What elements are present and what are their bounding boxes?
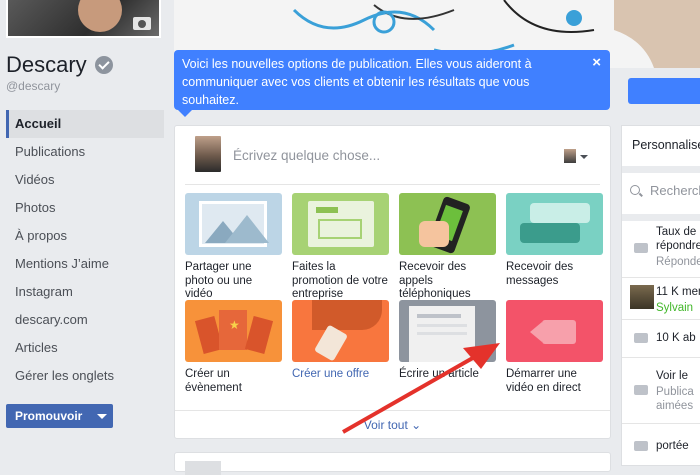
right-panel: Personnaliser Rechercher Taux de r répon…: [621, 125, 700, 466]
next-card: [174, 452, 611, 475]
tile-write-article[interactable]: Écrire un article: [399, 300, 496, 382]
customize-button[interactable]: Personnaliser: [632, 138, 700, 152]
promote-button[interactable]: Promouvoir: [6, 404, 113, 428]
tile-label: Recevoir des appels téléphoniques: [399, 261, 471, 300]
row-line: portée: [656, 440, 689, 452]
see-all-link[interactable]: Voir tout ⌄: [175, 418, 610, 432]
avatar: [630, 285, 654, 309]
sidebar-item-a-propos[interactable]: À propos: [6, 222, 164, 250]
tile-share-photo[interactable]: Partager une photo ou une vidéo: [185, 193, 282, 302]
search-input[interactable]: Rechercher: [630, 183, 700, 198]
tile-label: Partager une photo ou une vidéo: [185, 261, 253, 300]
event-icon: ★: [185, 300, 282, 362]
divider: [622, 214, 700, 221]
publish-options-tooltip: Voici les nouvelles options de publicati…: [174, 50, 610, 110]
list-item[interactable]: portée: [622, 423, 700, 465]
profile-face: [78, 0, 122, 32]
search-placeholder: Rechercher: [650, 183, 700, 198]
divider: [622, 166, 700, 173]
tile-label: Écrire un article: [399, 368, 479, 380]
row-line: Répondez: [656, 256, 700, 268]
tile-receive-messages[interactable]: Recevoir des messages: [506, 193, 603, 288]
tile-create-event[interactable]: ★ Créer un évènement: [185, 300, 282, 395]
right-action-button[interactable]: [628, 78, 700, 104]
verified-icon: [94, 56, 113, 74]
row-line: Voir le: [656, 370, 688, 382]
row-line: Taux de r: [656, 226, 700, 238]
sidebar-item-website[interactable]: descary.com: [6, 306, 164, 334]
camera-icon[interactable]: [133, 17, 151, 30]
row-line: Publica: [656, 386, 694, 398]
sidebar-item-accueil[interactable]: Accueil: [6, 110, 164, 138]
sidebar-item-photos[interactable]: Photos: [6, 194, 164, 222]
row-line: Sylvain: [656, 302, 694, 314]
row-line: aimées: [656, 400, 694, 412]
sidebar-item-articles[interactable]: Articles: [6, 334, 164, 362]
list-item[interactable]: Taux de r répondre Répondez: [622, 221, 700, 278]
chevron-down-icon[interactable]: [91, 404, 113, 428]
row-line: 10 K ab: [656, 332, 696, 344]
tile-label: Recevoir des messages: [506, 261, 574, 287]
sidebar-item-mentions[interactable]: Mentions J’aime: [6, 250, 164, 278]
page-name-text[interactable]: Descary: [6, 52, 87, 78]
promote-label: Promouvoir: [15, 409, 83, 423]
page-handle: @descary: [6, 79, 61, 93]
avatar: [195, 136, 221, 172]
chevron-down-icon[interactable]: [580, 155, 588, 159]
close-icon[interactable]: ×: [592, 54, 601, 72]
tooltip-arrow: [178, 110, 192, 117]
tile-label: Créer une offre: [292, 368, 370, 380]
composer-input[interactable]: Écrivez quelque chose...: [233, 148, 380, 163]
sidebar: Descary @descary Accueil Publications Vi…: [0, 0, 174, 466]
message-icon: [634, 243, 648, 253]
tile-receive-calls[interactable]: Recevoir des appels téléphoniques: [399, 193, 496, 302]
search-icon: [630, 185, 640, 195]
article-icon: [399, 300, 496, 362]
tooltip-text: Voici les nouvelles options de publicati…: [182, 57, 532, 107]
sidebar-item-publications[interactable]: Publications: [6, 138, 164, 166]
chart-icon: [634, 441, 648, 451]
chevron-down-icon: ⌄: [407, 418, 422, 432]
sidebar-item-videos[interactable]: Vidéos: [6, 166, 164, 194]
profile-photo[interactable]: [6, 0, 161, 38]
list-item[interactable]: Voir le Publica aimées: [622, 357, 700, 424]
sidebar-item-instagram[interactable]: Instagram: [6, 278, 164, 306]
sidebar-item-manage-tabs[interactable]: Gérer les onglets: [6, 362, 164, 390]
composer-card: Écrivez quelque chose... Partager une ph…: [174, 125, 611, 439]
live-video-icon: [506, 300, 603, 362]
audience-avatar[interactable]: [564, 149, 576, 163]
photo-icon: [185, 193, 282, 255]
offer-icon: [292, 300, 389, 362]
tile-promote-business[interactable]: Faites la promotion de votre entreprise: [292, 193, 389, 302]
divider: [185, 184, 600, 185]
phone-icon: [399, 193, 496, 255]
tile-label: Démarrer une vidéo en direct: [506, 368, 581, 394]
row-line: répondre: [656, 240, 700, 252]
tile-label: Créer un évènement: [185, 368, 242, 394]
tile-create-offer[interactable]: Créer une offre: [292, 300, 389, 382]
divider: [175, 410, 610, 411]
promote-icon: [292, 193, 389, 255]
news-icon: [634, 385, 648, 395]
sidebar-nav: Accueil Publications Vidéos Photos À pro…: [6, 110, 164, 390]
list-item[interactable]: 10 K ab: [622, 319, 700, 358]
page-name[interactable]: Descary: [6, 52, 113, 78]
list-item[interactable]: 11 K mem Sylvain: [622, 277, 700, 320]
tile-label: Faites la promotion de votre entreprise: [292, 261, 388, 300]
messages-icon: [506, 193, 603, 255]
row-line: 11 K mem: [656, 286, 700, 298]
people-icon: [634, 333, 648, 343]
see-all-label: Voir tout: [363, 418, 408, 432]
tile-live-video[interactable]: Démarrer une vidéo en direct: [506, 300, 603, 395]
